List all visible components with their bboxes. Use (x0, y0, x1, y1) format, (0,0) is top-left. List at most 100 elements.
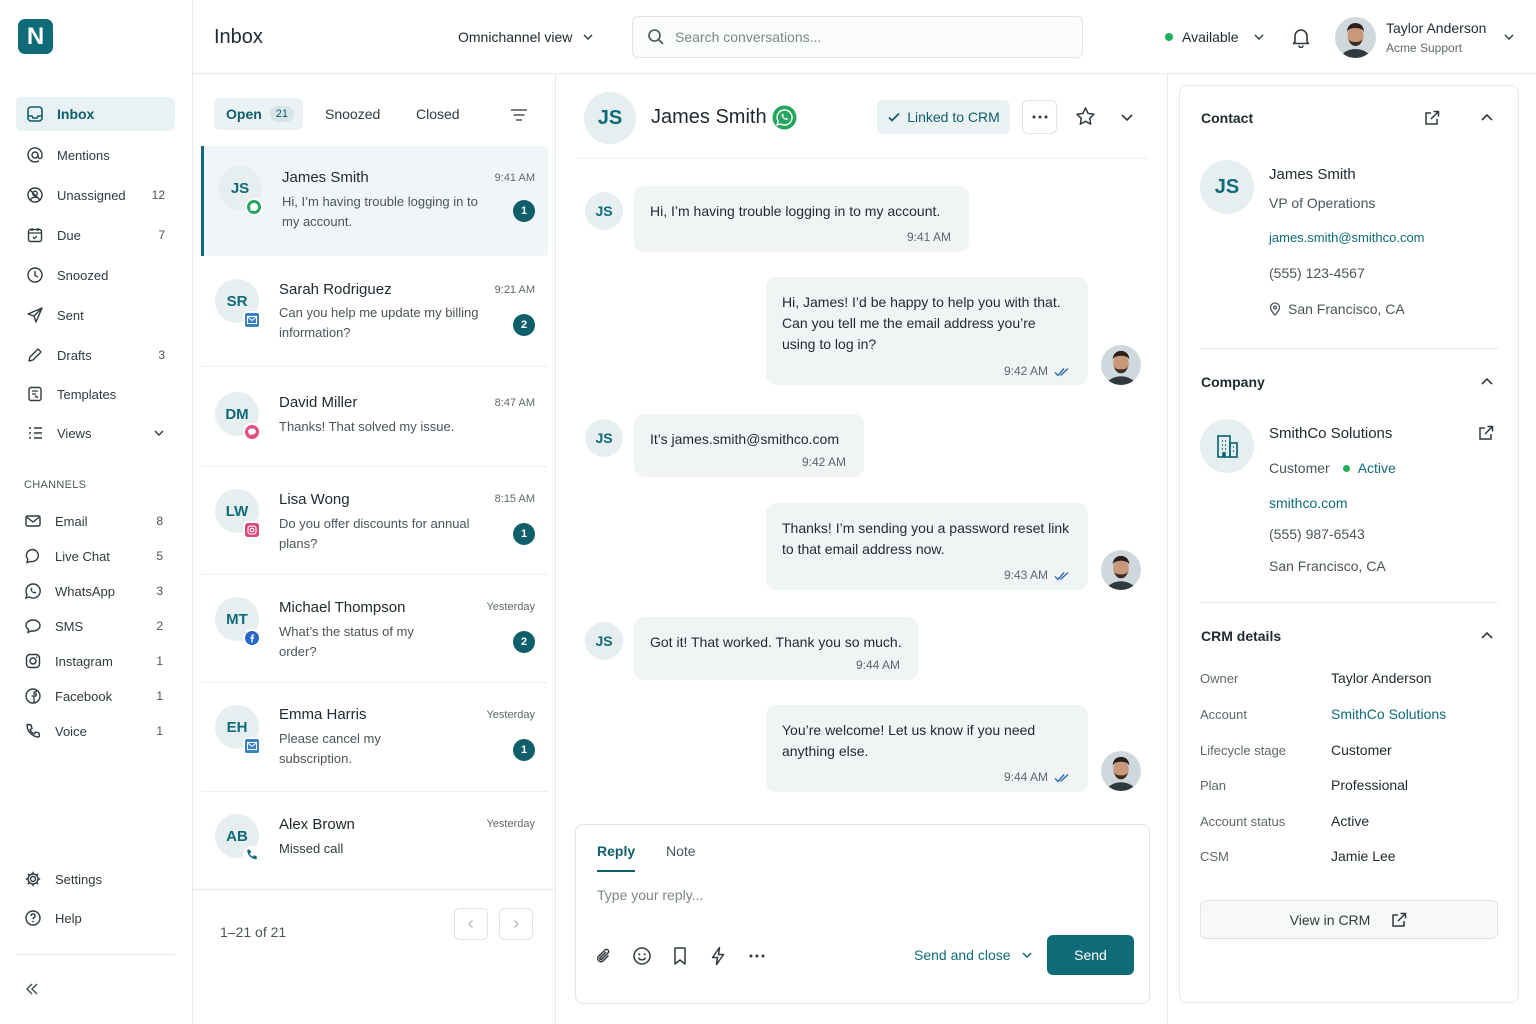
message-text: Got it! That worked. Thank you so much. (650, 634, 902, 650)
search-input[interactable] (675, 29, 1055, 45)
count-badge: 1 (156, 654, 163, 668)
tab-reply[interactable]: Reply (597, 843, 636, 872)
chevron-up-icon[interactable] (1480, 630, 1494, 642)
sidebar-item-mentions[interactable]: Mentions (16, 138, 175, 172)
sidebar-item-whatsapp[interactable]: WhatsApp 3 (14, 574, 173, 608)
sidebar-item-snoozed[interactable]: Snoozed (16, 258, 175, 292)
sidebar-item-templates[interactable]: Templates (16, 377, 175, 411)
next-page-button[interactable] (499, 908, 533, 940)
sidebar-item-voice[interactable]: Voice 1 (14, 714, 173, 748)
user-avatar[interactable] (1335, 17, 1376, 58)
send-button[interactable]: Send (1047, 935, 1134, 975)
sidebar-item-label: SMS (55, 618, 84, 634)
sidebar-item-instagram[interactable]: Instagram 1 (14, 644, 173, 678)
crm-account-link[interactable]: SmithCo Solutions (1331, 706, 1446, 722)
reply-input[interactable] (597, 887, 1127, 903)
filter-icon[interactable] (510, 107, 528, 123)
pagination-label: 1–21 of 21 (220, 924, 287, 940)
channels-heading: CHANNELS (24, 479, 87, 491)
contact-name: Michael Thompson (279, 599, 406, 616)
availability-status[interactable]: Available (1165, 29, 1265, 45)
tab-open[interactable]: Open 21 (214, 98, 303, 130)
reply-composer: Reply Note Send and close Send (575, 824, 1150, 1004)
sidebar-item-label: Instagram (55, 653, 113, 669)
chevron-down-icon[interactable] (1503, 31, 1515, 43)
more-options-button[interactable] (1022, 100, 1057, 134)
search-icon (647, 28, 665, 46)
sms-icon (23, 616, 43, 636)
conversation-item[interactable]: SR Sarah Rodriguez 9:21 AM Can you help … (201, 260, 548, 367)
star-icon[interactable] (1075, 106, 1096, 127)
contact-location: San Francisco, CA (1269, 301, 1405, 317)
conversation-item[interactable]: MT Michael Thompson Yesterday What’s the… (201, 575, 548, 683)
count-badge: 2 (156, 619, 163, 633)
sidebar-item-settings[interactable]: Settings (14, 862, 173, 896)
chevron-down-icon (582, 31, 594, 43)
external-link-icon[interactable] (1423, 109, 1441, 127)
crm-field-label: CSM (1200, 849, 1229, 864)
conversation-item[interactable]: AB Alex Brown Yesterday Missed call (201, 792, 548, 889)
emoji-icon[interactable] (631, 945, 653, 967)
message-preview: Can you help me update my billing inform… (279, 305, 479, 340)
bell-icon[interactable] (1290, 26, 1312, 48)
company-website-link[interactable]: smithco.com (1269, 495, 1348, 511)
prev-page-button[interactable] (454, 908, 488, 940)
message-bubble: Got it! That worked. Thank you so much. … (634, 617, 918, 680)
tab-closed[interactable]: Closed (416, 98, 460, 130)
conversation-item[interactable]: EH Emma Harris Yesterday Please cancel m… (201, 683, 548, 792)
crm-field-value: Jamie Lee (1331, 848, 1396, 864)
sidebar-item-views[interactable]: Views (16, 416, 175, 450)
tab-snoozed[interactable]: Snoozed (325, 98, 380, 130)
bookmark-icon[interactable] (669, 945, 691, 967)
external-link-icon[interactable] (1477, 424, 1495, 442)
crm-field-label: Owner (1200, 671, 1239, 686)
chevron-up-icon[interactable] (1480, 112, 1494, 124)
more-icon[interactable] (746, 945, 768, 967)
chevron-down-icon[interactable] (1120, 111, 1134, 123)
view-in-crm-button[interactable]: View in CRM (1200, 900, 1498, 939)
sidebar-item-sms[interactable]: SMS 2 (14, 609, 173, 643)
sidebar-item-help[interactable]: Help (14, 901, 173, 935)
sidebar-item-live-chat[interactable]: Live Chat 5 (14, 539, 173, 573)
conversation-item[interactable]: DM David Miller 8:47 AM Thanks! That sol… (201, 367, 548, 467)
double-check-icon (1054, 571, 1070, 581)
contact-name: Lisa Wong (279, 491, 350, 508)
location-pin-icon (1269, 302, 1281, 316)
conversation-item[interactable]: LW Lisa Wong 8:15 AM Do you offer discou… (201, 467, 548, 575)
paperclip-icon[interactable] (593, 945, 615, 967)
timestamp: Yesterday (486, 601, 535, 613)
linked-crm-button[interactable]: Linked to CRM (877, 100, 1010, 134)
chevron-up-icon[interactable] (1480, 376, 1494, 388)
sidebar-item-unassigned[interactable]: Unassigned 12 (16, 178, 175, 212)
tab-note[interactable]: Note (666, 843, 696, 859)
page-title: Inbox (214, 26, 263, 48)
conversation-list: Open 21 Snoozed Closed JS James Smith 9:… (193, 74, 556, 1024)
lightning-icon[interactable] (707, 945, 729, 967)
sidebar-item-sent[interactable]: Sent (16, 298, 175, 332)
sidebar-item-label: Sent (57, 307, 84, 323)
sidebar-item-label: Voice (55, 723, 87, 739)
sidebar-item-drafts[interactable]: Drafts 3 (16, 338, 175, 372)
conversation-item[interactable]: JS James Smith 9:41 AM Hi, I’m having tr… (201, 146, 548, 256)
contact-email-link[interactable]: james.smith@smithco.com (1269, 230, 1425, 245)
sidebar-item-label: Drafts (57, 347, 92, 363)
double-check-icon (1054, 773, 1070, 783)
message-preview: Thanks! That solved my issue. (279, 419, 455, 434)
count-badge: 12 (151, 188, 165, 202)
company-meta: Customer Active (1269, 460, 1396, 476)
sidebar-item-facebook[interactable]: Facebook 1 (14, 679, 173, 713)
sidebar-item-email[interactable]: Email 8 (14, 504, 173, 538)
external-link-icon (1390, 911, 1408, 929)
company-phone: (555) 987-6543 (1269, 526, 1365, 542)
divider (1200, 602, 1498, 603)
view-selector[interactable]: Omnichannel view (458, 29, 594, 45)
sidebar-item-due[interactable]: Due 7 (16, 218, 175, 252)
mail-icon (243, 737, 261, 755)
app-logo[interactable]: N (18, 19, 53, 54)
sidebar-item-inbox[interactable]: Inbox (16, 97, 175, 131)
sidebar-item-label: Facebook (55, 688, 113, 704)
message-time-label: 9:43 AM (1003, 568, 1048, 582)
message-text: Hi, I’m having trouble logging in to my … (650, 203, 941, 219)
send-and-close-button[interactable]: Send and close (914, 947, 1033, 963)
collapse-sidebar-icon[interactable] (24, 981, 40, 997)
